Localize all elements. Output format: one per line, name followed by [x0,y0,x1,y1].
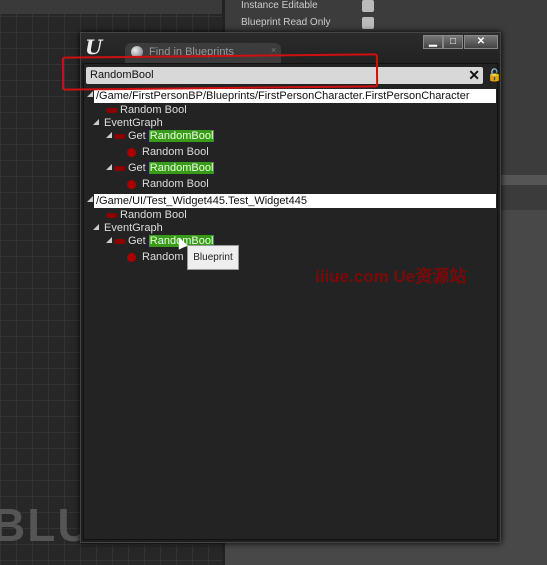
lock-open-icon[interactable]: 🔓 [487,68,502,82]
list-item-graph[interactable]: EventGraph [104,116,163,130]
tooltip: Blueprint [187,245,239,270]
pin-icon [127,252,136,262]
close-button[interactable]: ✕ [464,35,498,49]
variable-icon [106,107,117,113]
expand-triangle-icon[interactable] [87,196,93,202]
graph-toolbar [0,0,222,14]
instance-editable-checkbox[interactable] [362,0,374,12]
expand-triangle-icon[interactable] [93,224,99,230]
result-blueprint-path[interactable]: /Game/UI/Test_Widget445.Test_Widget445 [94,194,496,208]
red-annotation-box [61,53,379,91]
list-item-graph[interactable]: EventGraph [104,221,163,235]
maximize-button[interactable]: □ [443,35,463,49]
node-icon [114,133,125,139]
list-item-pin[interactable]: Random Bool [127,177,209,191]
result-blueprint-path[interactable]: /Game/FirstPersonBP/Blueprints/FirstPers… [94,89,496,103]
expand-triangle-icon[interactable] [106,164,112,170]
list-item-variable[interactable]: Random Bool [106,103,187,117]
list-item-get-node[interactable]: Get RandomBool [114,129,215,143]
find-results-panel: RandomBool ✕ 🔓 /Game/FirstPersonBP/Bluep… [83,63,502,540]
expand-triangle-icon[interactable] [106,132,112,138]
pin-icon [127,179,136,189]
expand-triangle-icon[interactable] [87,91,93,97]
node-icon [114,238,125,244]
match-highlight: RandomBool [148,162,215,174]
node-icon [114,165,125,171]
blueprint-read-only-checkbox[interactable] [362,17,374,29]
find-in-blueprints-window: U Find in Blueprints × ▁ □ ✕ RandomBool … [80,32,502,543]
match-highlight: RandomBool [148,130,215,142]
list-item-variable[interactable]: Random Bool [106,208,187,222]
site-watermark: iiiue.com Ue资源站 [315,267,467,286]
list-item-pin[interactable]: Random Bool [127,145,209,159]
list-item-get-node[interactable]: Get RandomBool [114,161,215,175]
pin-icon [127,147,136,157]
expand-triangle-icon[interactable] [93,119,99,125]
variable-icon [106,212,117,218]
clear-search-icon[interactable]: ✕ [468,67,480,84]
minimize-button[interactable]: ▁ [423,35,443,49]
blueprint-read-only-label: Blueprint Read Only [241,17,331,28]
expand-triangle-icon[interactable] [106,237,112,243]
instance-editable-label: Instance Editable [241,0,318,11]
